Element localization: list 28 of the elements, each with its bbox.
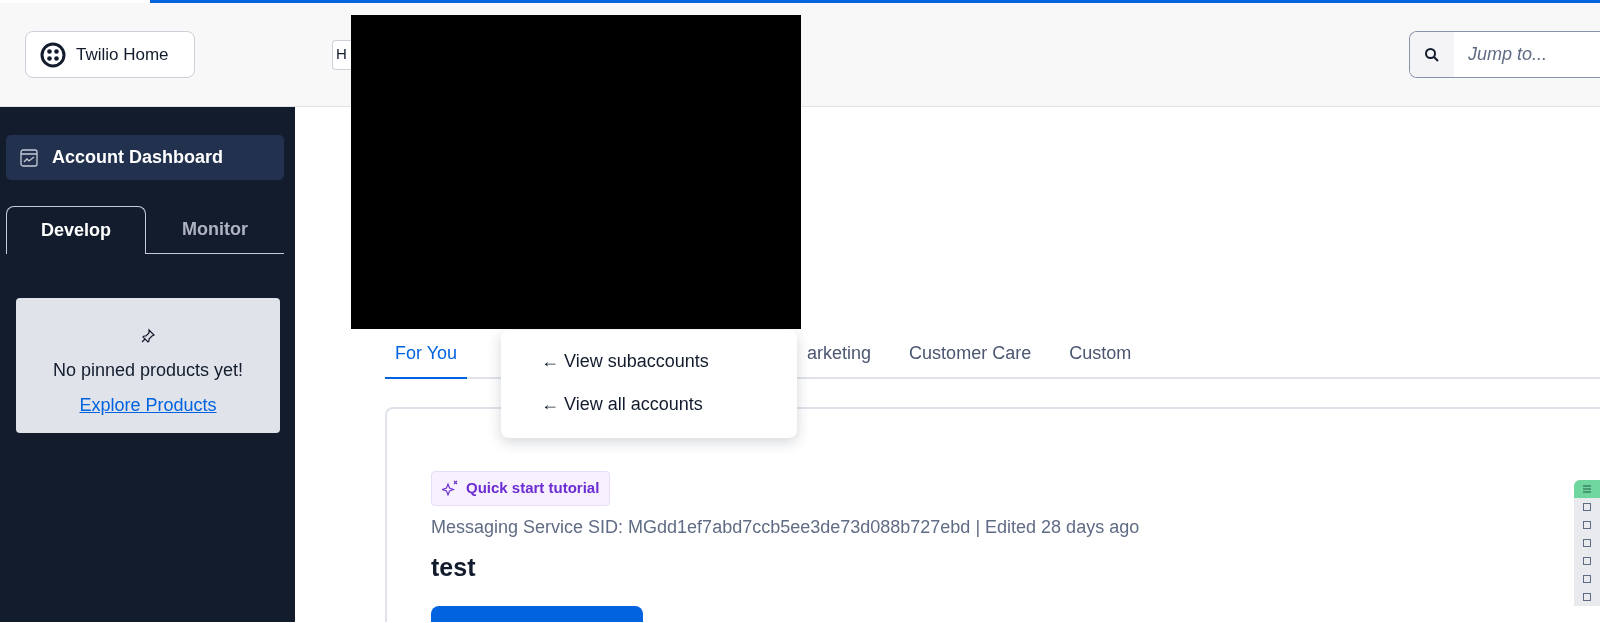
sparkle-icon [442,480,460,497]
square-icon [1583,521,1591,529]
account-button[interactable]: H [332,39,351,70]
menu-item[interactable]: ← View all accounts [539,383,705,426]
service-title: test [431,551,477,583]
logo-icon [40,41,66,68]
sidebar-tab[interactable]: Develop [6,206,146,254]
list-icon [1583,485,1591,493]
square-icon [1583,557,1591,565]
pin-icon [140,328,156,345]
quick-start-badge[interactable]: Quick start tutorial [431,471,611,506]
square-icon [1583,539,1591,547]
square-icon [1583,593,1591,601]
sidebar-tab[interactable]: Monitor [146,206,284,254]
search-field[interactable]: Jump to... [1409,31,1600,78]
explore-products-link[interactable]: Explore Products [79,395,217,415]
service-meta: Messaging Service SID: MGdd1ef7abd7ccb5ee3de73d088b727ebd | Edited 28 days ago [431,515,1141,539]
home-button[interactable]: Twilio Home [25,31,195,78]
empty-message: No pinned products yet! [51,359,245,382]
content-tab[interactable]: arketing [797,329,882,377]
content-tab[interactable]: Custom [1059,329,1142,377]
search-icon [1424,46,1440,63]
chart-icon [20,148,38,167]
square-icon [1583,503,1591,511]
content-tab[interactable]: Customer Care [899,329,1042,377]
square-icon [1583,575,1591,583]
menu-item[interactable]: ← View subaccounts [539,340,711,383]
sidebar-item[interactable]: Account Dashboard [6,135,284,180]
